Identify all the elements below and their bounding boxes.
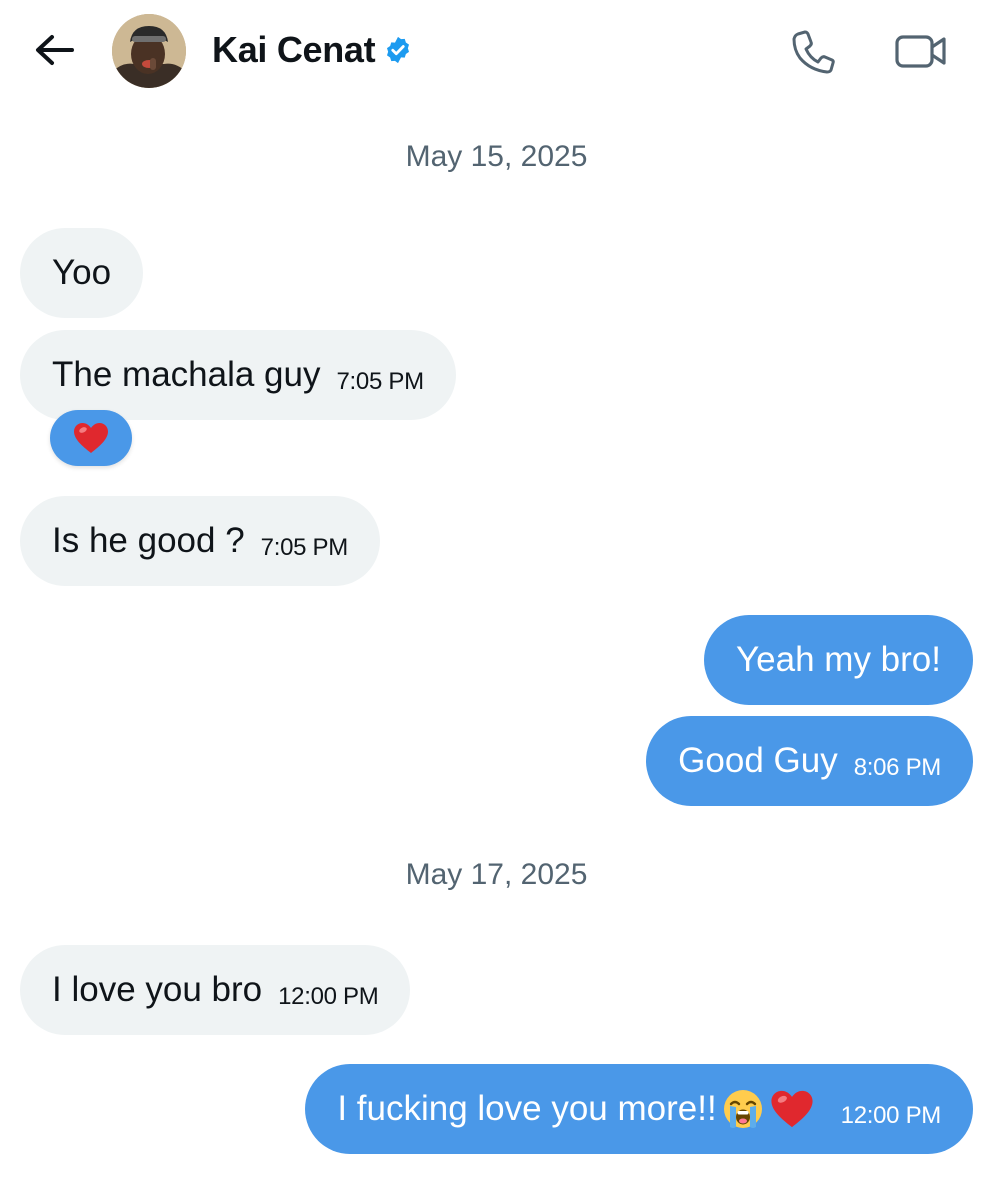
arrow-left-icon [36,35,74,65]
message-text: I love you bro [52,970,263,1009]
contact-title[interactable]: Kai Cenat [212,28,413,72]
message-bubble-outgoing[interactable]: Yeah my bro! [704,615,973,705]
message-timestamp: 7:05 PM [336,368,424,395]
message-text: Good Guy [678,741,838,780]
message-text: The machala guy [52,355,321,394]
date-separator: May 15, 2025 [405,140,588,173]
message-text: I fucking love you more!! [337,1089,717,1128]
message-text: Yoo [52,253,112,292]
contact-name: Kai Cenat [212,29,376,70]
dm-conversation-screen: Kai Cenat May 15, 2025 Yoo The machala g… [0,0,993,1200]
message-bubble-incoming[interactable]: The machala guy 7:05 PM [20,330,456,420]
conversation-header: Kai Cenat [0,0,993,100]
message-bubble-incoming[interactable]: Yoo [20,228,144,318]
date-separator: May 17, 2025 [405,858,588,891]
message-timestamp: 12:00 PM [278,983,379,1010]
message-timestamp: 7:05 PM [260,534,349,561]
avatar[interactable] [112,14,186,88]
video-call-button[interactable] [890,26,952,76]
phone-icon [792,30,835,74]
red-heart-icon [769,1088,815,1130]
back-button[interactable] [30,28,78,72]
call-button[interactable] [786,26,840,76]
message-timestamp: 8:06 PM [853,754,942,781]
message-bubble-outgoing[interactable]: I fucking love you more!! 12:00 PM [305,1064,973,1154]
message-timestamp: 12:00 PM [840,1102,942,1129]
message-bubble-outgoing[interactable]: Good Guy 8:06 PM [646,716,973,806]
red-heart-icon [74,423,108,453]
message-reaction[interactable] [50,410,132,466]
message-text: Yeah my bro! [736,640,941,679]
message-text: Is he good ? [52,521,245,560]
loudly-crying-face-icon [721,1087,765,1131]
message-bubble-incoming[interactable]: I love you bro 12:00 PM [20,945,411,1035]
verified-badge-icon [383,35,413,65]
message-bubble-incoming[interactable]: Is he good ? 7:05 PM [20,496,380,586]
avatar-photo [112,14,186,88]
video-camera-icon [895,35,946,68]
